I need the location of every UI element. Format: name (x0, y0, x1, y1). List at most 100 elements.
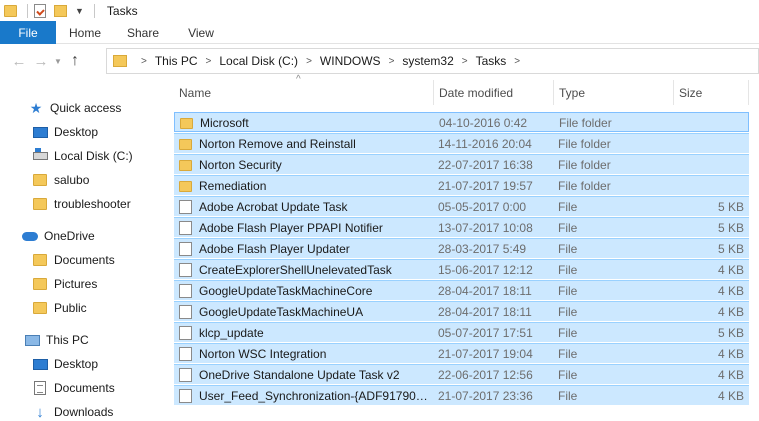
sidebar-item-pc-desktop[interactable]: Desktop (32, 352, 98, 376)
chevron-right-icon[interactable]: > (206, 56, 212, 67)
tab-share[interactable]: Share (114, 21, 172, 44)
date-modified-cell: 13-07-2017 10:08 (438, 221, 533, 235)
table-row[interactable]: Adobe Flash Player Updater 28-03-2017 5:4… (174, 238, 749, 258)
desktop-icon (32, 358, 48, 370)
table-row[interactable]: Remediation 21-07-2017 19:57 File folder (174, 175, 749, 195)
file-name-cell: Remediation (179, 176, 431, 196)
column-header-size[interactable]: Size (674, 80, 749, 105)
size-cell: 4 KB (717, 389, 744, 403)
table-row[interactable]: Adobe Flash Player PPAPI Notifier 13-07-2… (174, 217, 749, 237)
recent-locations-icon[interactable]: ▼ (52, 50, 64, 72)
table-row[interactable]: GoogleUpdateTaskMachineUA 28-04-2017 18:1… (174, 301, 749, 321)
chevron-right-icon[interactable]: > (141, 56, 147, 67)
folder-icon (179, 138, 192, 150)
sidebar-item-label: Public (54, 301, 87, 315)
cloud-icon (22, 231, 38, 241)
breadcrumb-tasks[interactable]: Tasks (476, 54, 507, 68)
divider (93, 3, 95, 18)
type-cell: File folder (558, 179, 611, 193)
forward-arrow-icon[interactable]: → (30, 50, 52, 72)
file-name: klcp_update (199, 326, 264, 340)
file-icon (179, 368, 192, 382)
sidebar-item-label: Downloads (54, 405, 114, 419)
table-row[interactable]: Norton Security 22-07-2017 16:38 File fold… (174, 154, 749, 174)
sidebar-item-this-pc[interactable]: This PC (24, 328, 89, 352)
tab-view[interactable]: View (172, 21, 230, 44)
size-cell (678, 155, 744, 175)
window-title: Tasks (106, 3, 138, 18)
sidebar-item-pc-documents[interactable]: Documents (32, 376, 115, 400)
date-modified-cell: 05-07-2017 17:51 (438, 326, 533, 340)
sidebar-item-quick-access[interactable]: ★ Quick access (28, 96, 122, 120)
folder-icon (33, 302, 47, 314)
file-name: Adobe Flash Player Updater (199, 242, 350, 256)
type-cell: File (558, 284, 578, 298)
file-name: Adobe Flash Player PPAPI Notifier (199, 221, 383, 235)
size-cell: 4 KB (717, 347, 744, 361)
sidebar-item-downloads[interactable]: ↓ Downloads (32, 400, 113, 421)
customize-quick-access-dropdown-icon[interactable]: ▼ (75, 6, 84, 16)
table-row[interactable]: CreateExplorerShellUnelevatedTask 15-06-2… (174, 259, 749, 279)
size-cell: 5 KB (717, 326, 744, 340)
sidebar-item-onedrive[interactable]: OneDrive (22, 224, 95, 248)
date-modified-cell: 22-06-2017 12:56 (438, 368, 533, 382)
date-modified-cell: 22-07-2017 16:38 (438, 158, 533, 172)
sidebar-item-documents[interactable]: Documents (32, 248, 115, 272)
chevron-right-icon[interactable]: > (389, 56, 395, 67)
table-row[interactable]: OneDrive Standalone Update Task v2 22-06-… (174, 364, 749, 384)
date-modified-cell: 28-04-2017 18:11 (438, 305, 532, 319)
sidebar-item-pictures[interactable]: Pictures (32, 272, 97, 296)
up-arrow-icon[interactable]: ↑ (64, 50, 86, 72)
sidebar-item-public[interactable]: Public (32, 296, 87, 320)
type-cell: File (558, 326, 578, 340)
table-row[interactable]: Microsoft 04-10-2016 0:42 File folder (174, 112, 749, 132)
column-header-type[interactable]: Type (554, 80, 674, 105)
date-modified-cell: 15-06-2017 12:12 (438, 263, 533, 277)
address-bar[interactable]: > This PC > Local Disk (C:) > WINDOWS > … (106, 48, 759, 74)
date-modified-cell: 21-07-2017 19:04 (438, 347, 533, 361)
breadcrumb-this-pc[interactable]: This PC (155, 54, 198, 68)
sidebar-item-troubleshooter[interactable]: troubleshooter (32, 192, 131, 216)
type-cell: File (558, 200, 578, 214)
chevron-right-icon[interactable]: > (514, 56, 520, 67)
tab-home[interactable]: Home (56, 21, 114, 44)
new-folder-icon[interactable] (54, 4, 67, 17)
file-icon (179, 347, 192, 361)
properties-icon[interactable] (34, 3, 46, 18)
title-bar: ▼ Tasks (0, 0, 759, 21)
file-icon (179, 242, 192, 256)
file-icon (179, 326, 192, 340)
type-cell: File (558, 347, 578, 361)
column-header-name[interactable]: Name (174, 80, 434, 105)
chevron-right-icon[interactable]: > (462, 56, 468, 67)
table-row[interactable]: Norton Remove and Reinstall 14-11-2016 20… (174, 133, 749, 153)
tab-file[interactable]: File (0, 21, 56, 44)
sidebar-item-local-disk[interactable]: Local Disk (C:) (32, 144, 133, 168)
breadcrumb-system32[interactable]: system32 (402, 54, 453, 68)
file-icon (179, 305, 192, 319)
file-name: CreateExplorerShellUnelevatedTask (199, 263, 392, 277)
type-cell: File folder (558, 137, 611, 151)
file-name-cell: OneDrive Standalone Update Task v2 (179, 365, 431, 385)
sidebar-item-label: Local Disk (C:) (54, 149, 133, 163)
breadcrumb-local-disk[interactable]: Local Disk (C:) (219, 54, 298, 68)
breadcrumb-windows[interactable]: WINDOWS (320, 54, 381, 68)
sidebar-item-label: troubleshooter (54, 197, 131, 211)
type-cell: File (558, 305, 578, 319)
sidebar-item-desktop[interactable]: Desktop (32, 120, 98, 144)
sidebar-item-salubo[interactable]: salubo (32, 168, 89, 192)
table-row[interactable]: klcp_update 05-07-2017 17:51 File 5 KB (174, 322, 749, 342)
file-icon (179, 284, 192, 298)
column-header-date-modified[interactable]: Date modified (434, 80, 554, 105)
table-row[interactable]: Norton WSC Integration 21-07-2017 19:04 Fi… (174, 343, 749, 363)
size-cell: 4 KB (717, 368, 744, 382)
size-cell (679, 113, 745, 133)
table-row[interactable]: GoogleUpdateTaskMachineCore 28-04-2017 18… (174, 280, 749, 300)
chevron-right-icon[interactable]: > (306, 56, 312, 67)
size-cell: 4 KB (717, 305, 744, 319)
table-row[interactable]: User_Feed_Synchronization-{ADF91790-B...… (174, 385, 749, 405)
table-row[interactable]: Adobe Acrobat Update Task 05-05-2017 0:00… (174, 196, 749, 216)
file-name: Microsoft (200, 116, 249, 130)
file-name: GoogleUpdateTaskMachineCore (199, 284, 373, 298)
back-arrow-icon[interactable]: ← (8, 50, 30, 72)
